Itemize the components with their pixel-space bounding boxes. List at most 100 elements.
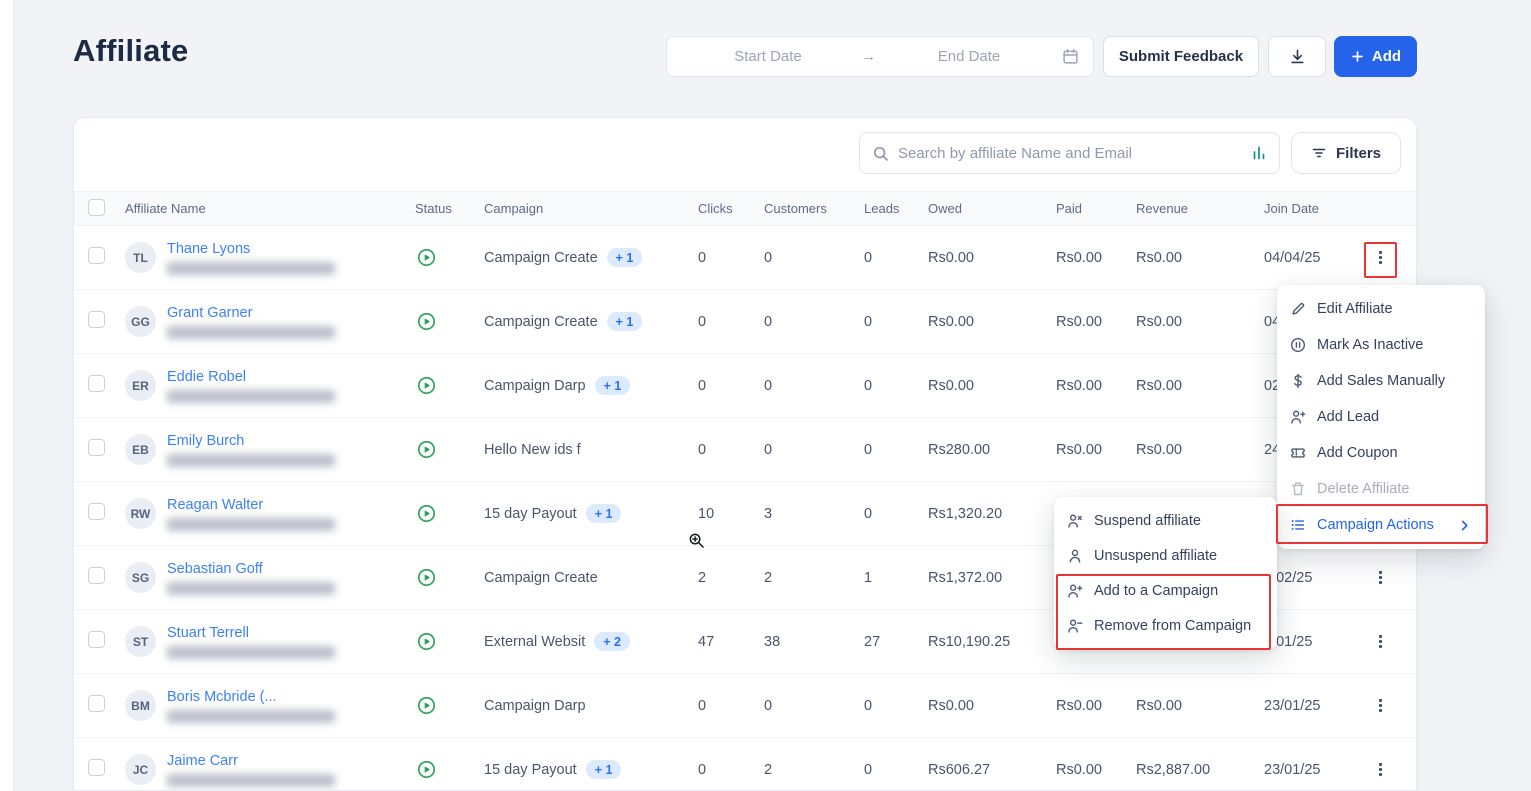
column-header-affiliate-name: Affiliate Name <box>125 201 206 216</box>
menu-item-label: Delete Affiliate <box>1317 481 1410 497</box>
table-row: GG Grant Garner Campaign Create + 1 0 0 … <box>74 290 1416 354</box>
arrow-right-icon: → <box>861 48 876 65</box>
column-header-campaign: Campaign <box>484 201 544 216</box>
affiliate-name-link[interactable]: Thane Lyons <box>167 241 335 257</box>
row-checkbox[interactable] <box>88 311 105 328</box>
customers-value: 2 <box>764 761 773 778</box>
affiliate-name-link[interactable]: Boris Mcbride (... <box>167 689 335 705</box>
paid-value: Rs0.00 <box>1056 377 1102 394</box>
affiliate-name-link[interactable]: Stuart Terrell <box>167 625 335 641</box>
customers-value: 3 <box>764 505 773 522</box>
clicks-value: 47 <box>698 633 715 650</box>
download-icon <box>1289 48 1306 65</box>
menu-item-edit-affiliate[interactable]: Edit Affiliate <box>1277 291 1485 327</box>
affiliate-name-link[interactable]: Reagan Walter <box>167 497 335 513</box>
submenu-item-label: Add to a Campaign <box>1094 582 1219 599</box>
leads-value: 0 <box>864 761 873 778</box>
row-checkbox[interactable] <box>88 375 105 392</box>
affiliate-name-link[interactable]: Jaime Carr <box>167 753 335 769</box>
campaign-name: Campaign Create <box>484 249 598 266</box>
campaign-count-badge: + 1 <box>594 376 631 395</box>
customers-value: 0 <box>764 313 773 330</box>
person-plus-icon <box>1290 409 1306 425</box>
zoom-cursor-icon <box>688 532 705 549</box>
search-input[interactable] <box>898 144 1242 162</box>
campaign-name: Hello New ids f <box>484 441 581 458</box>
menu-item-label: Edit Affiliate <box>1317 301 1393 317</box>
table-row: ER Eddie Robel Campaign Darp + 1 0 0 0 R… <box>74 354 1416 418</box>
start-date-input[interactable] <box>681 48 855 65</box>
redacted-email <box>167 389 335 403</box>
row-checkbox[interactable] <box>88 567 105 584</box>
menu-item-label: Campaign Actions <box>1317 517 1434 533</box>
submenu-item-suspend-affiliate[interactable]: Suspend affiliate <box>1054 503 1277 538</box>
row-actions-kebab[interactable] <box>1364 562 1396 594</box>
row-checkbox[interactable] <box>88 503 105 520</box>
pause-circle-icon <box>1290 337 1306 353</box>
row-actions-kebab[interactable] <box>1364 690 1396 722</box>
affiliate-name-link[interactable]: Eddie Robel <box>167 369 335 385</box>
row-checkbox[interactable] <box>88 247 105 264</box>
filter-icon <box>1311 145 1327 161</box>
leads-value: 0 <box>864 505 873 522</box>
menu-item-mark-as-inactive[interactable]: Mark As Inactive <box>1277 327 1485 363</box>
campaign-count-badge: + 1 <box>606 248 643 267</box>
avatar: TL <box>125 242 156 273</box>
select-all-checkbox[interactable] <box>88 198 105 216</box>
join-date-value: 3/02/25 <box>1264 569 1313 586</box>
column-header-join-date: Join Date <box>1264 201 1319 216</box>
owed-value: Rs0.00 <box>928 377 974 394</box>
affiliate-page: Affiliate → Submit Feedback Add <box>0 0 1531 791</box>
menu-item-campaign-actions[interactable]: Campaign Actions <box>1277 507 1485 543</box>
menu-item-add-coupon[interactable]: Add Coupon <box>1277 435 1485 471</box>
affiliate-name-link[interactable]: Sebastian Goff <box>167 561 335 577</box>
owed-value: Rs1,320.20 <box>928 505 1003 522</box>
sidebar-edge <box>0 0 14 791</box>
add-button-label: Add <box>1371 48 1402 65</box>
clicks-value: 0 <box>698 441 707 458</box>
row-checkbox[interactable] <box>88 631 105 648</box>
row-checkbox[interactable] <box>88 439 105 456</box>
row-actions-kebab[interactable] <box>1364 754 1396 786</box>
page-title: Affiliate <box>73 33 189 68</box>
end-date-input[interactable] <box>882 48 1056 65</box>
campaign-count-badge: + 1 <box>606 312 643 331</box>
campaign-name: 15 day Payout <box>484 505 577 522</box>
row-checkbox[interactable] <box>88 695 105 712</box>
revenue-value: Rs0.00 <box>1136 313 1182 330</box>
barchart-icon[interactable] <box>1251 145 1267 161</box>
play-status-icon <box>417 568 436 587</box>
menu-item-label: Mark As Inactive <box>1317 337 1424 353</box>
menu-item-delete-affiliate[interactable]: Delete Affiliate <box>1277 471 1485 507</box>
owed-value: Rs1,372.00 <box>928 569 1003 586</box>
clicks-value: 0 <box>698 313 707 330</box>
revenue-value: Rs0.00 <box>1136 249 1182 266</box>
column-header-clicks: Clicks <box>698 201 733 216</box>
row-actions-kebab[interactable] <box>1364 626 1396 658</box>
menu-item-add-lead[interactable]: Add Lead <box>1277 399 1485 435</box>
submenu-item-add-to-a-campaign[interactable]: Add to a Campaign <box>1054 573 1277 608</box>
column-header-leads: Leads <box>864 201 900 216</box>
customers-value: 0 <box>764 441 773 458</box>
leads-value: 0 <box>864 697 873 714</box>
calendar-icon[interactable] <box>1062 48 1079 65</box>
row-actions-kebab[interactable] <box>1364 242 1396 274</box>
affiliate-name-link[interactable]: Grant Garner <box>167 305 335 321</box>
filters-button[interactable]: Filters <box>1291 132 1401 174</box>
menu-item-add-sales-manually[interactable]: Add Sales Manually <box>1277 363 1485 399</box>
avatar: JC <box>125 754 156 785</box>
owed-value: Rs0.00 <box>928 697 974 714</box>
submit-feedback-button[interactable]: Submit Feedback <box>1103 36 1259 77</box>
row-checkbox[interactable] <box>88 759 105 776</box>
campaign-count-badge: + 1 <box>585 504 622 523</box>
add-button[interactable]: Add <box>1334 36 1417 77</box>
leads-value: 1 <box>864 569 873 586</box>
submenu-item-unsuspend-affiliate[interactable]: Unsuspend affiliate <box>1054 538 1277 573</box>
join-date-value: 23/01/25 <box>1264 697 1321 714</box>
download-button[interactable] <box>1268 36 1326 77</box>
submenu-item-remove-from-campaign[interactable]: Remove from Campaign <box>1054 608 1277 643</box>
owed-value: Rs0.00 <box>928 249 974 266</box>
affiliate-name-link[interactable]: Emily Burch <box>167 433 335 449</box>
owed-value: Rs606.27 <box>928 761 991 778</box>
submenu-item-label: Remove from Campaign <box>1094 617 1252 634</box>
